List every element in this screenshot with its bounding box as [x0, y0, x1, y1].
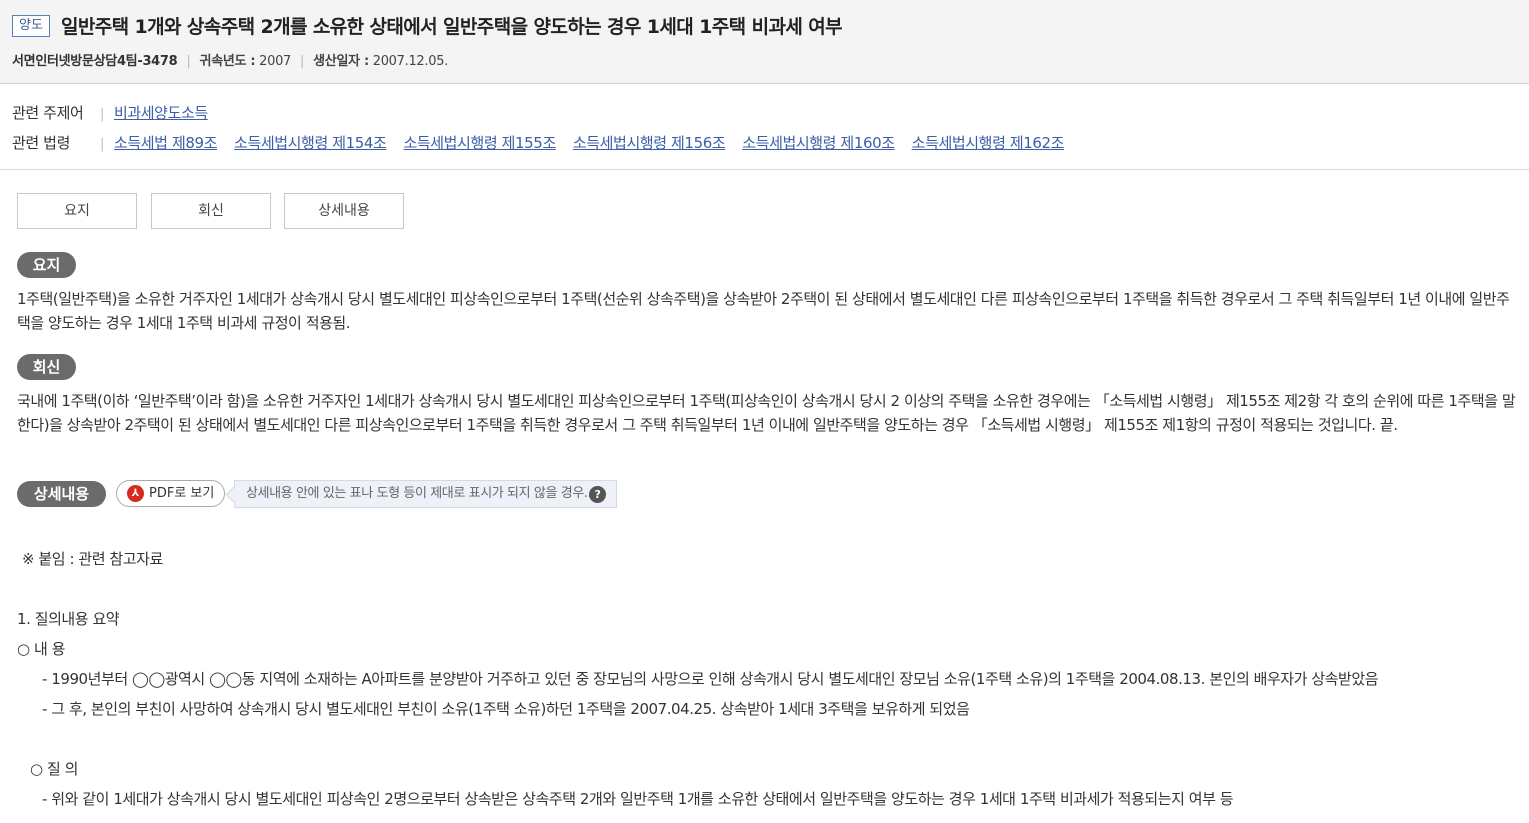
related-keywords-row: 관련 주제어 | 비과세양도소득: [12, 104, 208, 122]
help-icon[interactable]: ?: [589, 486, 606, 503]
document-number: 서면인터넷방문상담4팀-3478: [12, 54, 178, 69]
law-link-1[interactable]: 소득세법 제89조: [114, 134, 217, 152]
year-value: 2007: [259, 54, 292, 69]
document-meta: 서면인터넷방문상담4팀-3478 | 귀속년도 : 2007 | 생산일자 : 2007…: [12, 54, 449, 69]
reply-label: 회신: [17, 354, 76, 380]
content-label: ○ 내 용: [17, 640, 65, 658]
pdf-view-button[interactable]: ⅄ PDF로 보기: [116, 480, 225, 507]
date-label: 생산일자 :: [313, 54, 369, 69]
page-title: 일반주택 1개와 상속주택 2개를 소유한 상태에서 일반주택을 양도하는 경우…: [61, 16, 843, 38]
summary-label: 요지: [17, 252, 76, 278]
tip-text: 상세내용 안에 있는 표나 도형 등이 제대로 표시가 되지 않을 경우...: [246, 486, 596, 501]
attachment-note: ※ 붙임 : 관련 참고자료: [22, 550, 163, 568]
content-item-2: - 그 후, 본인의 부친이 사망하여 상속개시 당시 별도세대인 부친이 소유…: [42, 700, 970, 718]
keyword-link[interactable]: 비과세양도소득: [114, 104, 208, 122]
law-link-3[interactable]: 소득세법시행령 제155조: [403, 134, 556, 152]
date-value: 2007.12.05.: [372, 54, 449, 69]
question-item-1: - 위와 같이 1세대가 상속개시 당시 별도세대인 피상속인 2명으로부터 상…: [42, 790, 1234, 808]
display-tip: 상세내용 안에 있는 표나 도형 등이 제대로 표시가 되지 않을 경우... …: [234, 480, 617, 508]
law-link-2[interactable]: 소득세법시행령 제154조: [234, 134, 387, 152]
reply-text: 국내에 1주택(이하 ‘일반주택’이라 함)을 소유한 거주자인 1세대가 상속…: [17, 392, 1516, 434]
related-info: 관련 주제어 | 비과세양도소득 관련 법령 | 소득세법 제89조 소득세법시행령 제1…: [0, 84, 1529, 170]
law-link-5[interactable]: 소득세법시행령 제160조: [742, 134, 895, 152]
related-laws-row: 관련 법령 | 소득세법 제89조 소득세법시행령 제154조 소득세법시행령 제155…: [12, 134, 1065, 152]
section-title: 1. 질의내용 요약: [17, 610, 120, 628]
summary-text: 1주택(일반주택)을 소유한 거주자인 1세대가 상속개시 당시 별도세대인 피…: [17, 290, 1510, 332]
tab-summary[interactable]: 요지: [17, 193, 137, 229]
category-tag: 양도: [12, 15, 50, 37]
keyword-label: 관련 주제어: [12, 104, 84, 122]
question-label: ○ 질 의: [30, 760, 78, 778]
law-label: 관련 법령: [12, 134, 70, 152]
law-link-6[interactable]: 소득세법시행령 제162조: [912, 134, 1065, 152]
year-label: 귀속년도 :: [199, 54, 256, 69]
pdf-icon: ⅄: [127, 485, 144, 502]
document-header: 양도 일반주택 1개와 상속주택 2개를 소유한 상태에서 일반주택을 양도하는…: [0, 0, 1529, 84]
detail-label: 상세내용: [17, 481, 106, 507]
tab-detail[interactable]: 상세내용: [284, 193, 404, 229]
tab-reply[interactable]: 회신: [151, 193, 271, 229]
law-link-4[interactable]: 소득세법시행령 제156조: [573, 134, 726, 152]
pdf-button-label: PDF로 보기: [149, 486, 215, 501]
content-item-1: - 1990년부터 ◯◯광역시 ◯◯동 지역에 소재하는 A아파트를 분양받아 …: [42, 670, 1379, 688]
